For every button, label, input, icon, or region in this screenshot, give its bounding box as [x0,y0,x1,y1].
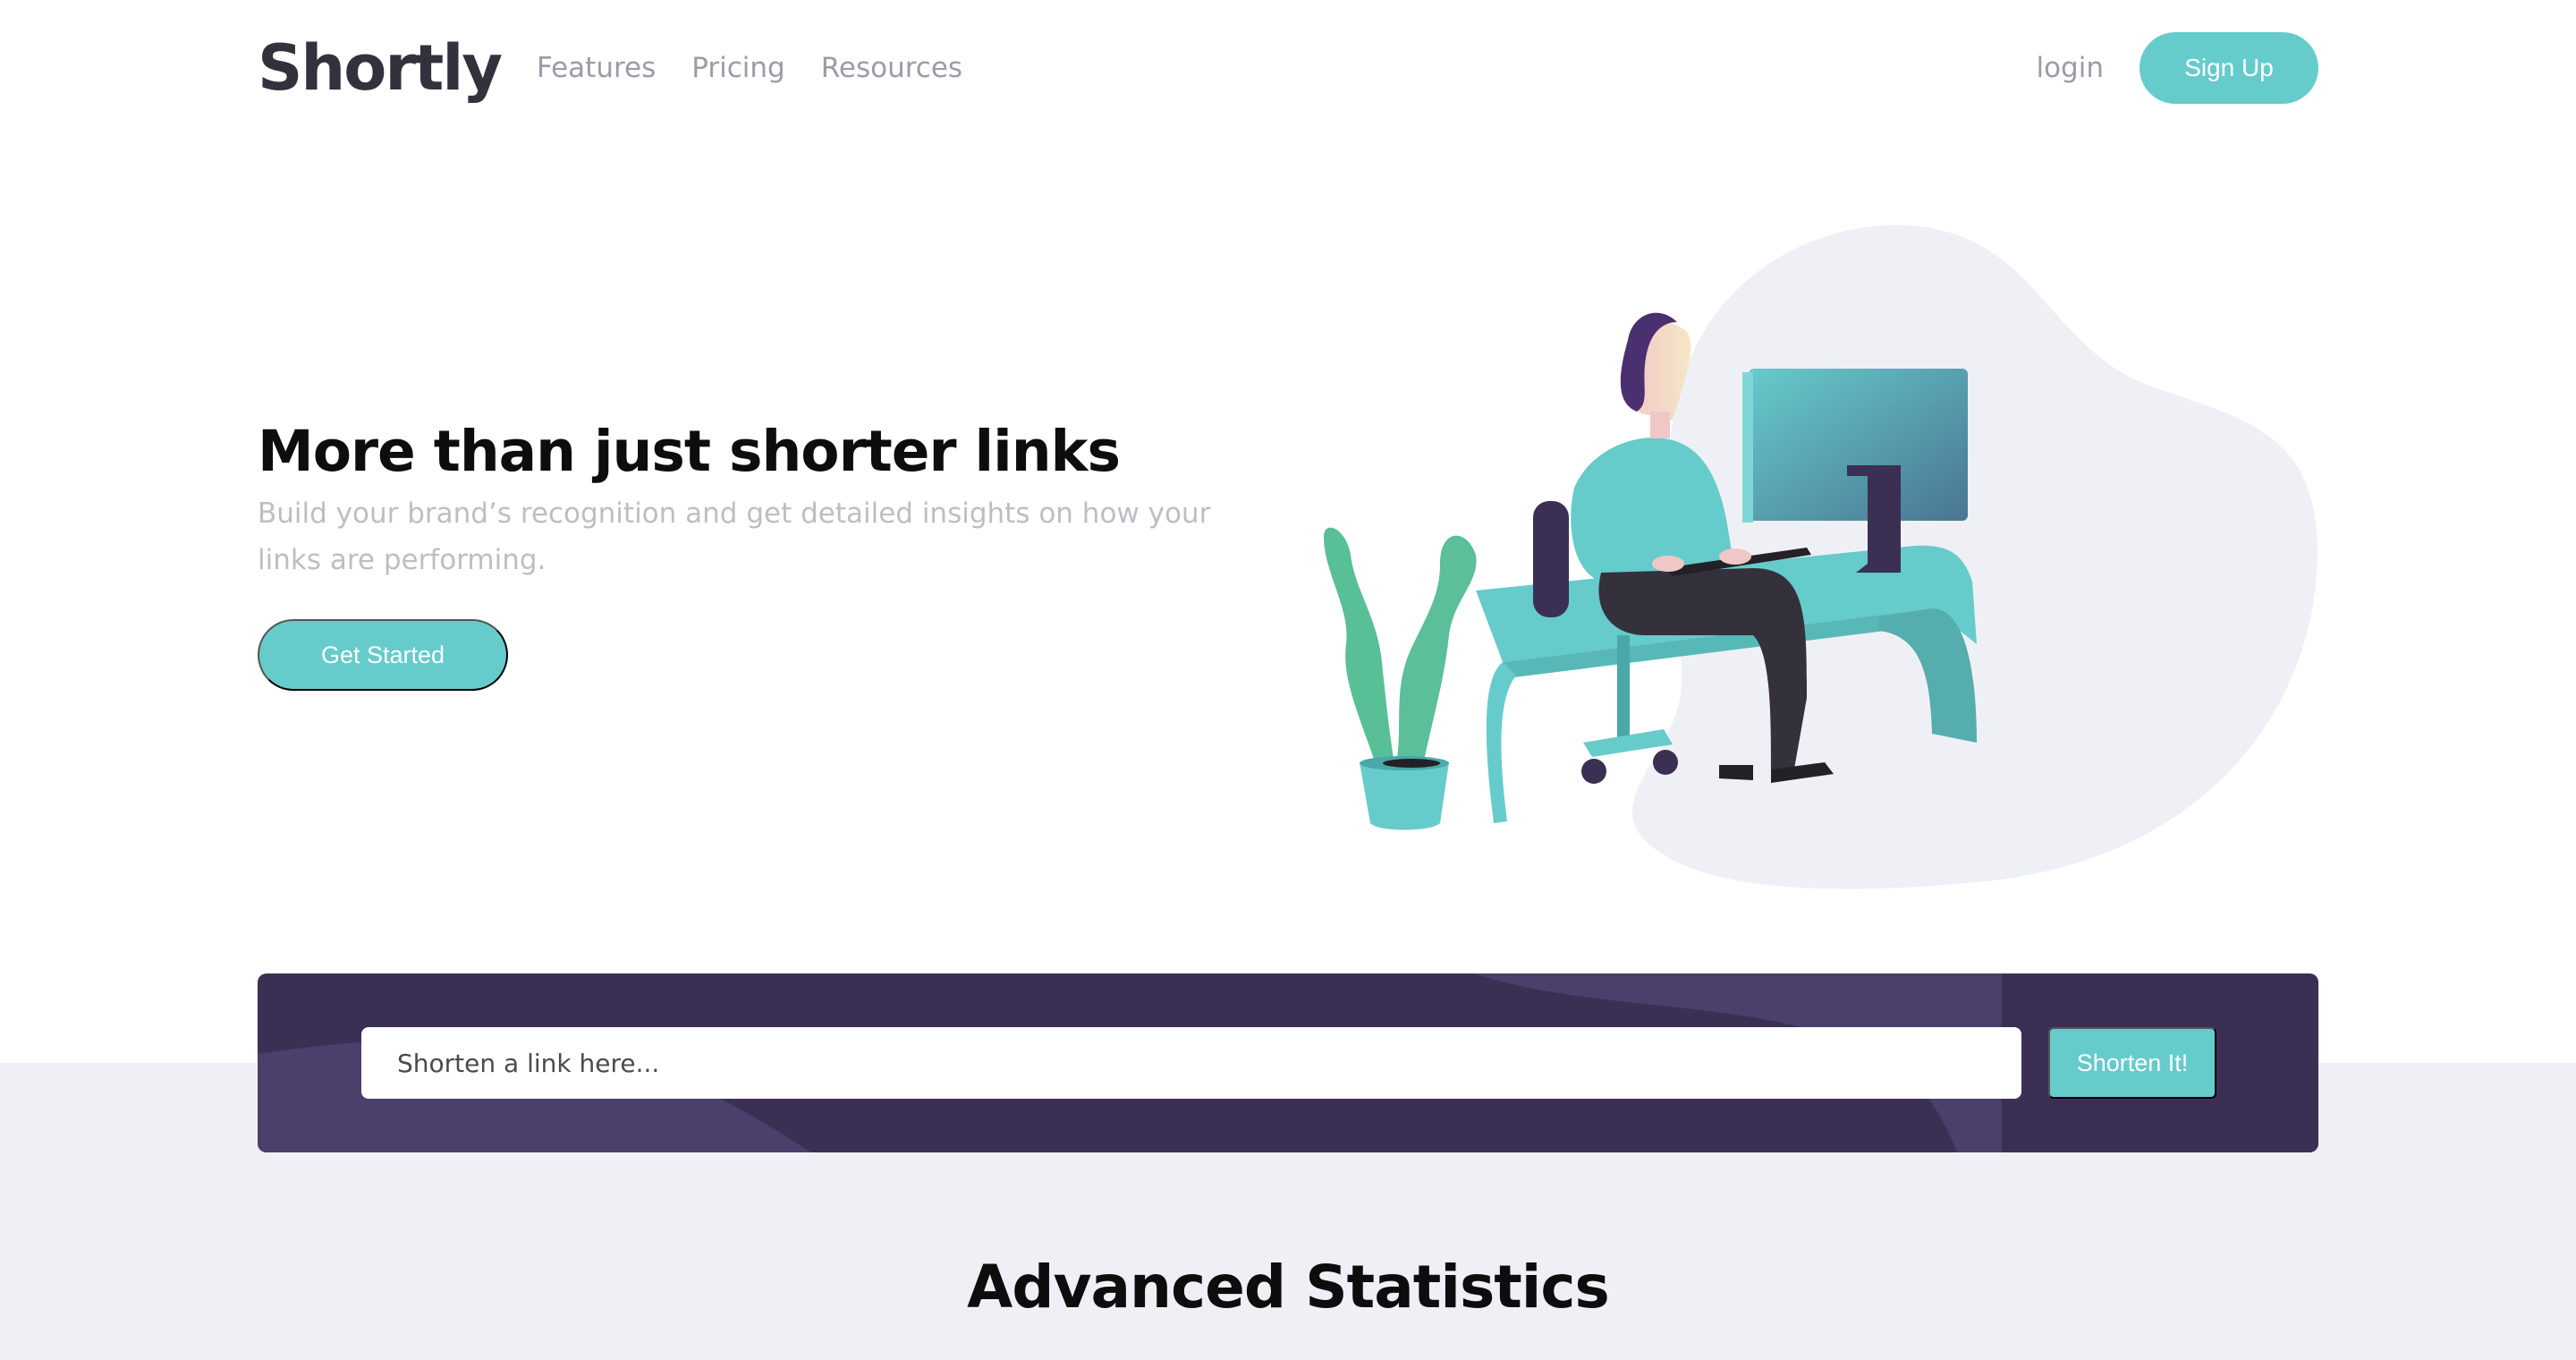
signup-button[interactable]: Sign Up [2140,32,2318,104]
shorten-it-button[interactable]: Shorten It! [2048,1027,2216,1099]
nav-link-pricing[interactable]: Pricing [691,52,785,84]
shorten-panel: Shorten a link here... Shorten It! [258,973,2318,1152]
plant [1324,527,1395,769]
advanced-statistics-title: Advanced Statistics [967,1253,1610,1322]
plant-pot [1360,762,1449,830]
top-navigation: Shortly Features Pricing Resources login… [258,30,2318,106]
logo[interactable]: Shortly [258,37,503,99]
hero-subtitle: Build your brand’s recognition and get d… [258,497,1211,576]
monitor [1749,369,1968,521]
working-illustration [1324,225,2318,889]
login-link[interactable]: login [2036,52,2104,84]
nav-link-resources[interactable]: Resources [821,52,962,84]
shorten-url-input[interactable]: Shorten a link here... [361,1027,2021,1099]
get-started-button[interactable]: Get Started [258,619,508,691]
hero-title: More than just shorter links [258,419,1121,484]
nav-link-features[interactable]: Features [537,52,656,84]
